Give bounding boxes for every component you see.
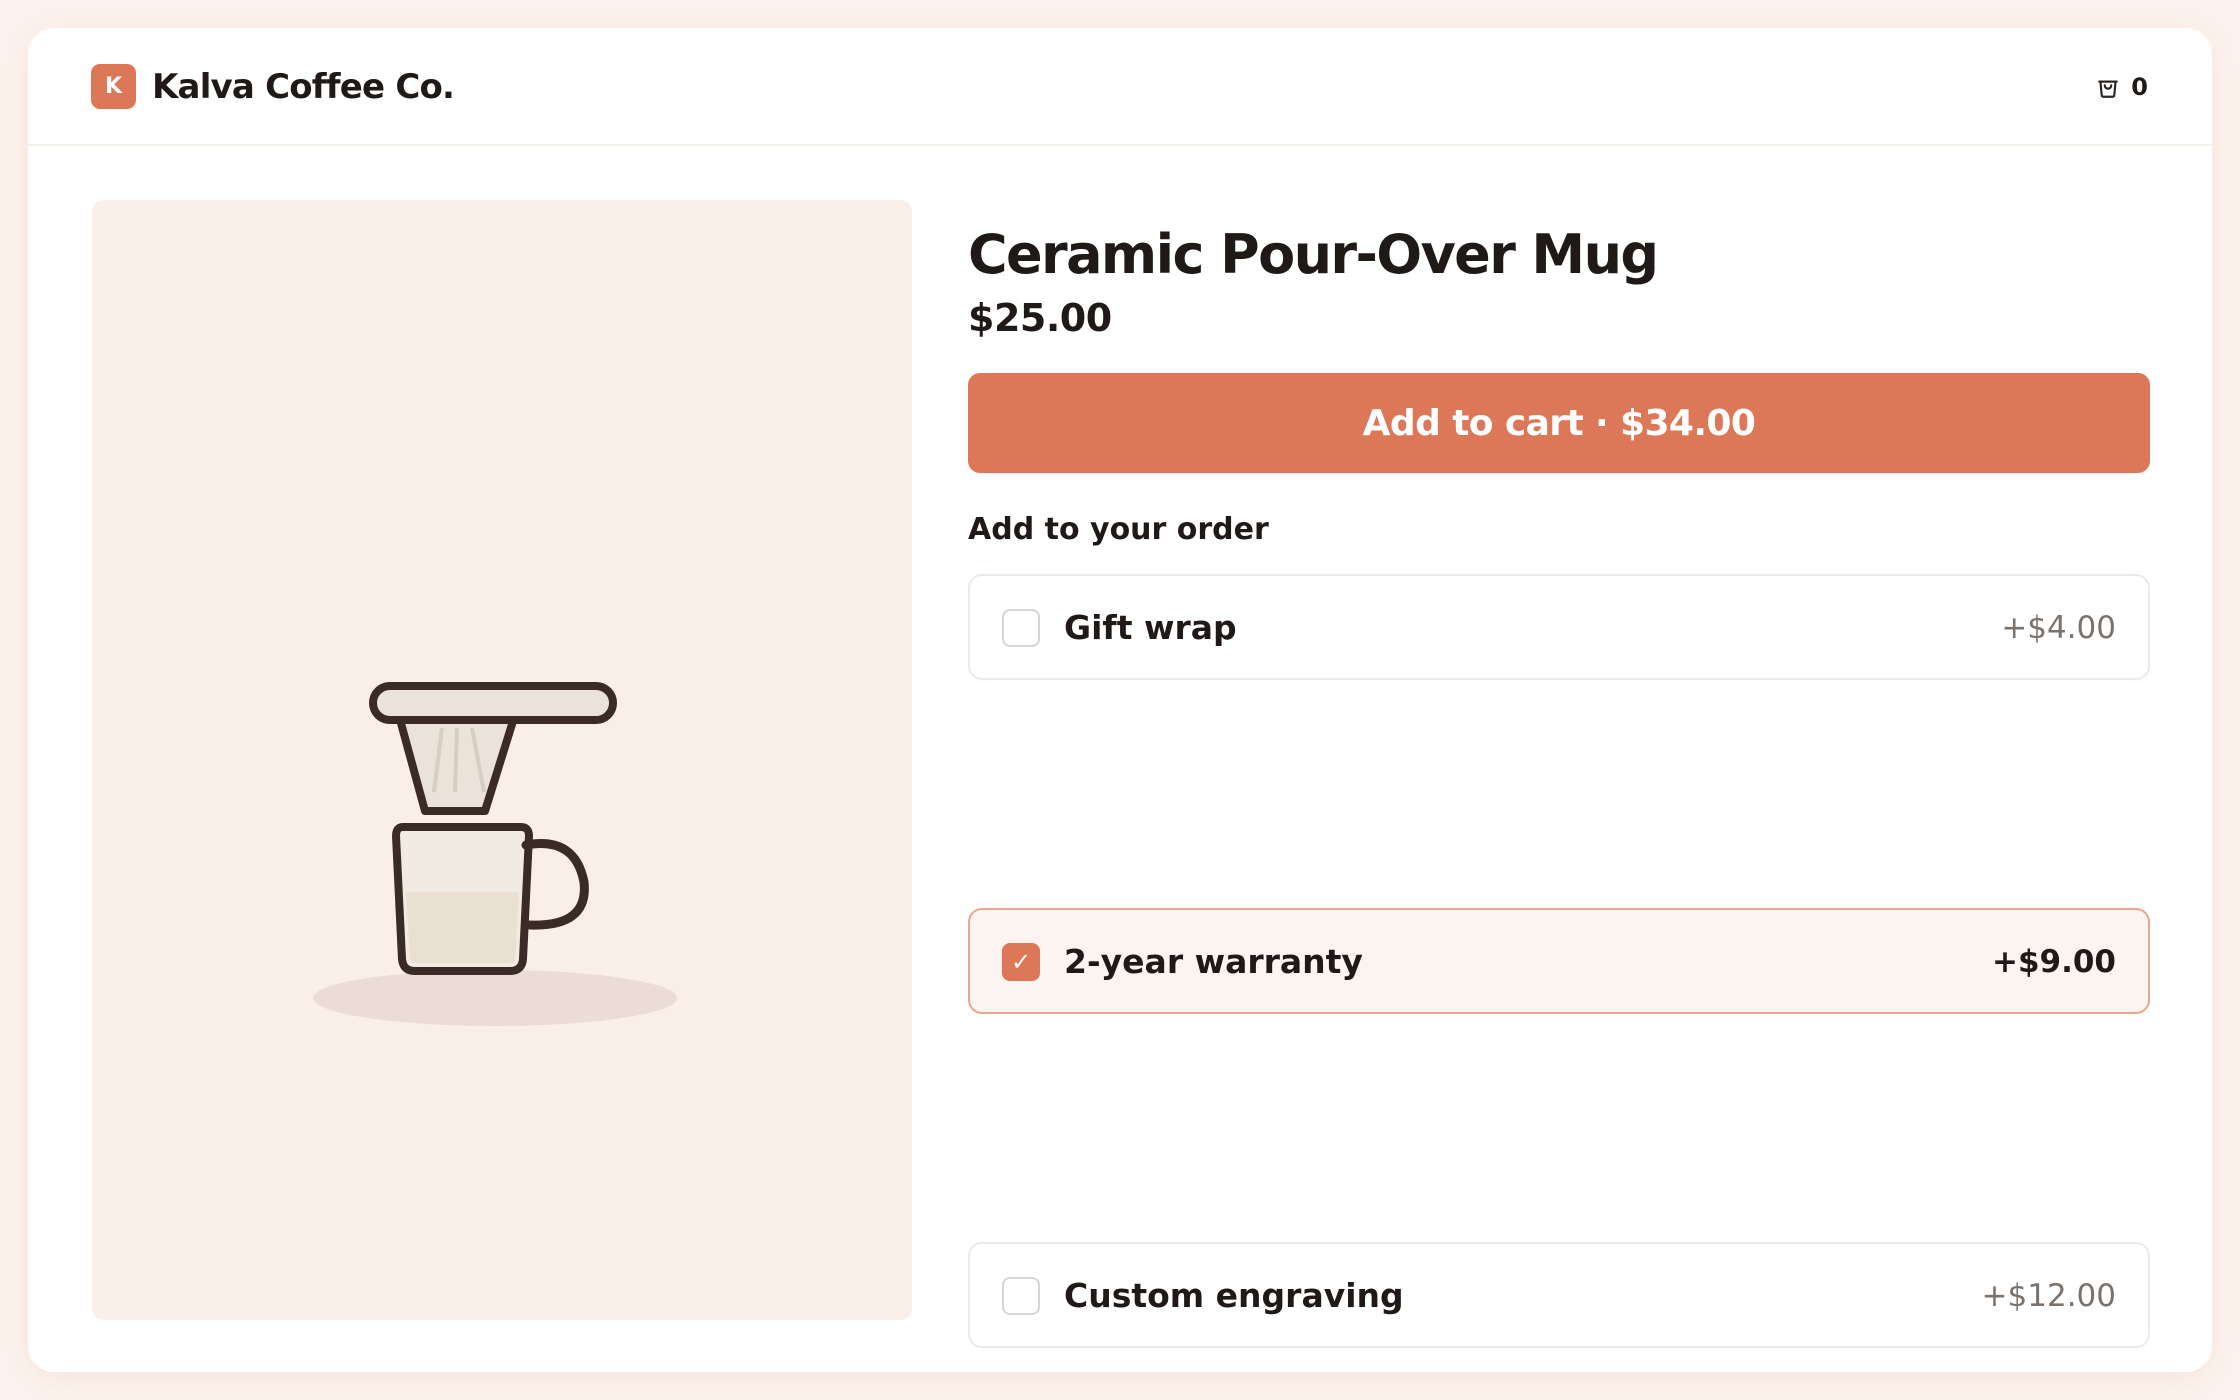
addon-checkbox-checked[interactable]: ✓ [1002, 943, 1040, 981]
addon-option-warranty[interactable]: ✓ 2-year warranty +$9.00 [968, 908, 2150, 1014]
addon-label: Custom engraving [1064, 1276, 1404, 1315]
site-header: K Kalva Coffee Co. 0 [28, 28, 2212, 146]
addon-price: +$12.00 [1981, 1278, 2116, 1314]
addon-option-engraving[interactable]: Custom engraving +$12.00 [968, 1242, 2150, 1348]
shopping-bag-icon [2098, 80, 2119, 98]
cart-count: 0 [2131, 73, 2148, 101]
addon-checkbox[interactable] [1002, 609, 1040, 647]
product-details: Ceramic Pour-Over Mug $25.00 Add to cart… [968, 200, 2150, 1348]
addon-option-gift-wrap[interactable]: Gift wrap +$4.00 [968, 574, 2150, 680]
product-image-panel [92, 200, 912, 1320]
addons-section-label: Add to your order [968, 512, 1269, 547]
pour-over-mug-illustration [313, 682, 677, 1026]
add-to-cart-button[interactable]: Add to cart · $34.00 [968, 373, 2150, 473]
addon-checkbox[interactable] [1002, 1277, 1040, 1315]
brand-name[interactable]: Kalva Coffee Co. [152, 64, 455, 110]
addon-label: Gift wrap [1064, 608, 1237, 647]
cart-button[interactable]: 0 [2095, 72, 2148, 102]
product-price: $25.00 [968, 296, 1112, 340]
logo-badge[interactable]: K [91, 64, 136, 109]
product-card: K Kalva Coffee Co. 0 Ceramic Pour-Over M… [28, 28, 2212, 1372]
addon-label: 2-year warranty [1064, 942, 1363, 981]
product-title: Ceramic Pour-Over Mug [968, 223, 1659, 286]
addon-price: +$4.00 [2001, 610, 2116, 646]
addon-price: +$9.00 [1991, 944, 2116, 980]
